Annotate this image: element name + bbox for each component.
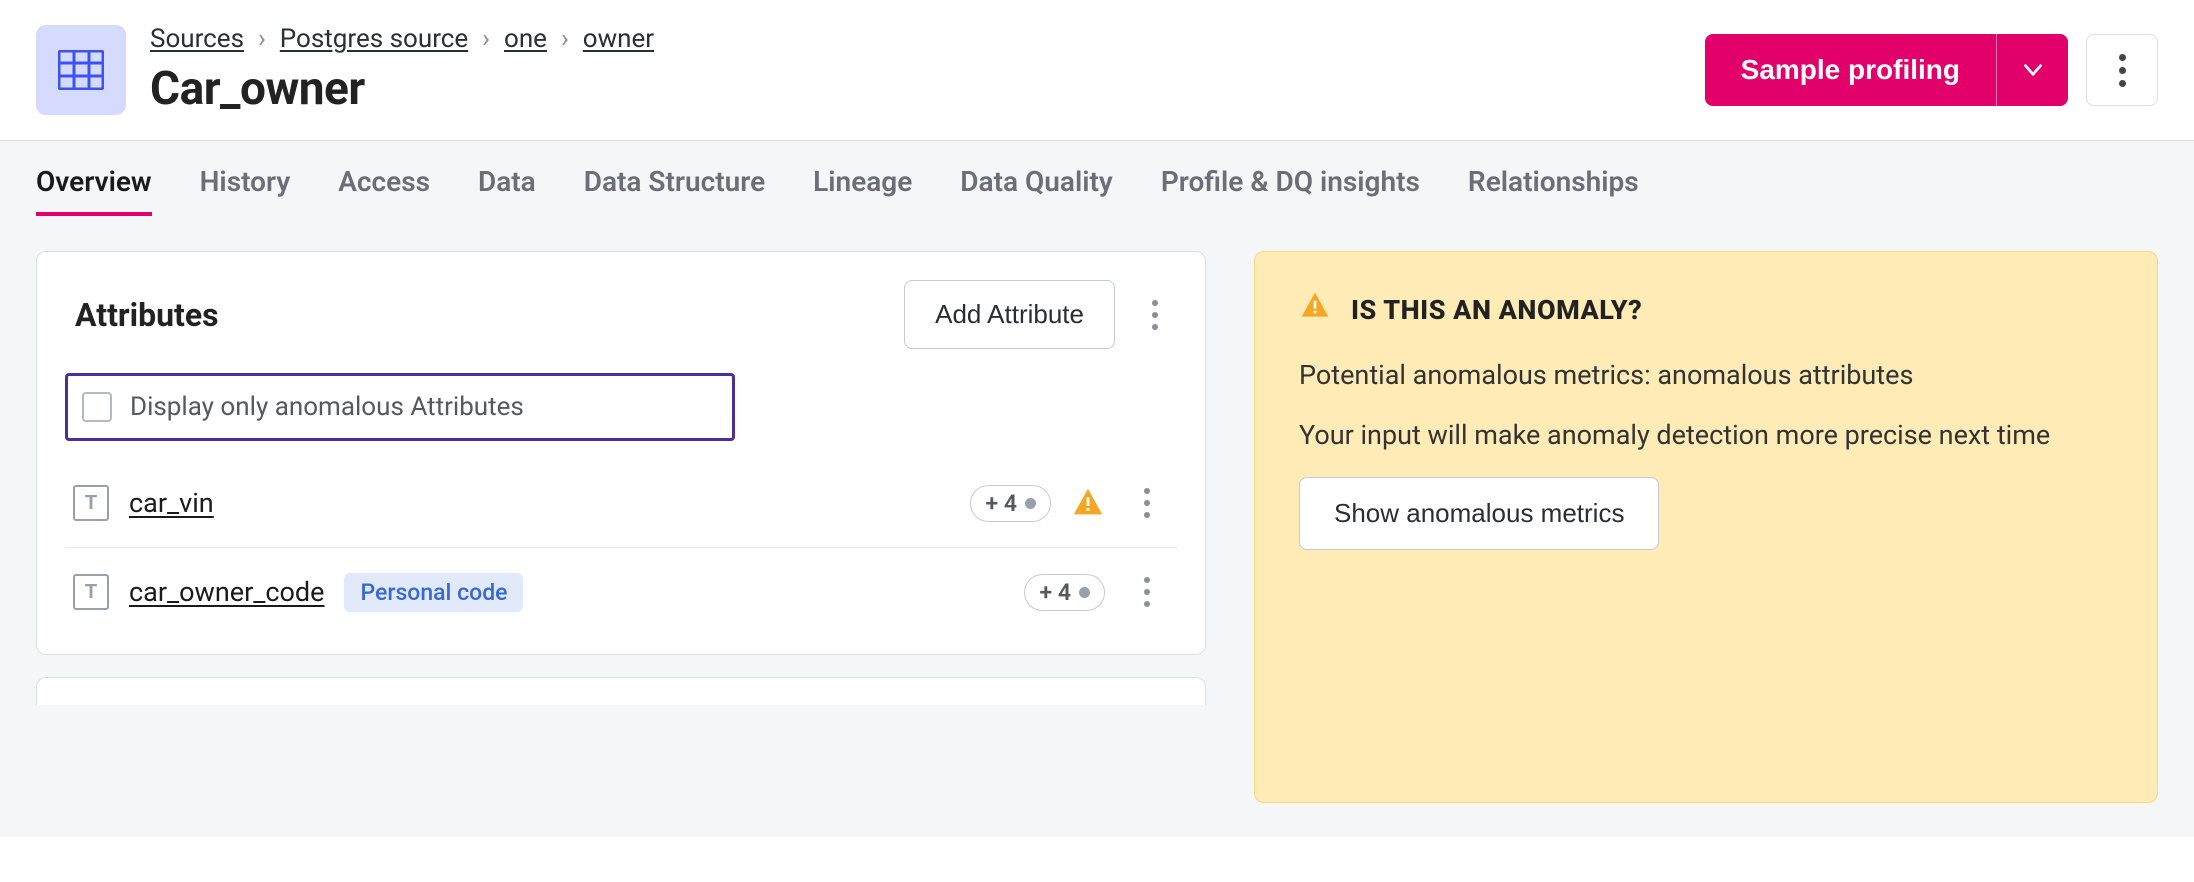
dot-icon: [1079, 587, 1090, 598]
chevron-right-icon: ›: [258, 24, 266, 54]
attributes-panel-title: Attributes: [65, 296, 219, 334]
badge-text: + 4: [985, 490, 1017, 517]
tab-history[interactable]: History: [200, 165, 291, 216]
text-type-icon: T: [73, 485, 109, 521]
more-vertical-icon: [1152, 300, 1158, 330]
attribute-more-count-badge[interactable]: + 4: [1024, 574, 1105, 611]
chevron-down-icon: [2020, 57, 2046, 83]
breadcrumb-item-owner[interactable]: owner: [583, 24, 654, 54]
tab-bar: Overview History Access Data Data Struct…: [0, 141, 2194, 217]
badge-text: + 4: [1039, 579, 1071, 606]
tab-profile-dq[interactable]: Profile & DQ insights: [1161, 165, 1420, 216]
anomalous-filter-label: Display only anomalous Attributes: [130, 392, 524, 422]
chevron-right-icon: ›: [482, 24, 490, 54]
anomaly-callout-heading: IS THIS AN ANOMALY?: [1351, 294, 1642, 326]
attribute-row: T car_vin + 4: [65, 459, 1177, 547]
breadcrumb-item-sources[interactable]: Sources: [150, 24, 244, 54]
anomaly-callout: IS THIS AN ANOMALY? Potential anomalous …: [1254, 251, 2158, 803]
attribute-row-more-button[interactable]: [1125, 570, 1169, 614]
breadcrumb: Sources › Postgres source › one › owner: [150, 24, 1681, 54]
page-header: Sources › Postgres source › one › owner …: [0, 0, 2194, 141]
chevron-right-icon: ›: [561, 24, 569, 54]
sample-profiling-dropdown[interactable]: [1996, 34, 2068, 106]
warning-icon: [1299, 290, 1331, 329]
tab-data-quality[interactable]: Data Quality: [960, 165, 1113, 216]
attribute-tag-personal-code[interactable]: Personal code: [344, 573, 523, 612]
sample-profiling-button[interactable]: Sample profiling: [1705, 34, 1996, 106]
warning-icon: [1071, 486, 1105, 520]
anomaly-callout-line2: Your input will make anomaly detection m…: [1299, 417, 2113, 455]
show-anomalous-metrics-button[interactable]: Show anomalous metrics: [1299, 477, 1659, 550]
breadcrumb-item-one[interactable]: one: [504, 24, 547, 54]
page-title: Car_owner: [150, 62, 1681, 116]
entity-table-icon: [36, 25, 126, 115]
sample-profiling-split-button: Sample profiling: [1705, 34, 2068, 106]
attribute-row: T car_owner_code Personal code + 4: [65, 547, 1177, 636]
add-attribute-button[interactable]: Add Attribute: [904, 280, 1115, 349]
dot-icon: [1025, 498, 1036, 509]
tab-lineage[interactable]: Lineage: [813, 165, 912, 216]
more-vertical-icon: [2119, 54, 2126, 87]
tab-data[interactable]: Data: [478, 165, 536, 216]
attribute-more-count-badge[interactable]: + 4: [970, 485, 1051, 522]
anomaly-callout-line1: Potential anomalous metrics: anomalous a…: [1299, 357, 2113, 395]
header-more-button[interactable]: [2086, 34, 2158, 106]
attribute-link-car-vin[interactable]: car_vin: [129, 487, 214, 519]
tab-relationships[interactable]: Relationships: [1468, 165, 1639, 216]
anomalous-filter-checkbox[interactable]: [82, 392, 112, 422]
tab-data-structure[interactable]: Data Structure: [584, 165, 765, 216]
attributes-more-button[interactable]: [1133, 293, 1177, 337]
attributes-panel: Attributes Add Attribute Display only an…: [36, 251, 1206, 655]
next-panel-peek: [36, 677, 1206, 705]
attribute-link-car-owner-code[interactable]: car_owner_code: [129, 576, 324, 608]
anomalous-filter[interactable]: Display only anomalous Attributes: [65, 373, 735, 441]
more-vertical-icon: [1144, 577, 1150, 607]
text-type-icon: T: [73, 574, 109, 610]
breadcrumb-item-postgres[interactable]: Postgres source: [280, 24, 468, 54]
tab-overview[interactable]: Overview: [36, 165, 152, 216]
attribute-row-more-button[interactable]: [1125, 481, 1169, 525]
tab-access[interactable]: Access: [338, 165, 430, 216]
more-vertical-icon: [1144, 488, 1150, 518]
